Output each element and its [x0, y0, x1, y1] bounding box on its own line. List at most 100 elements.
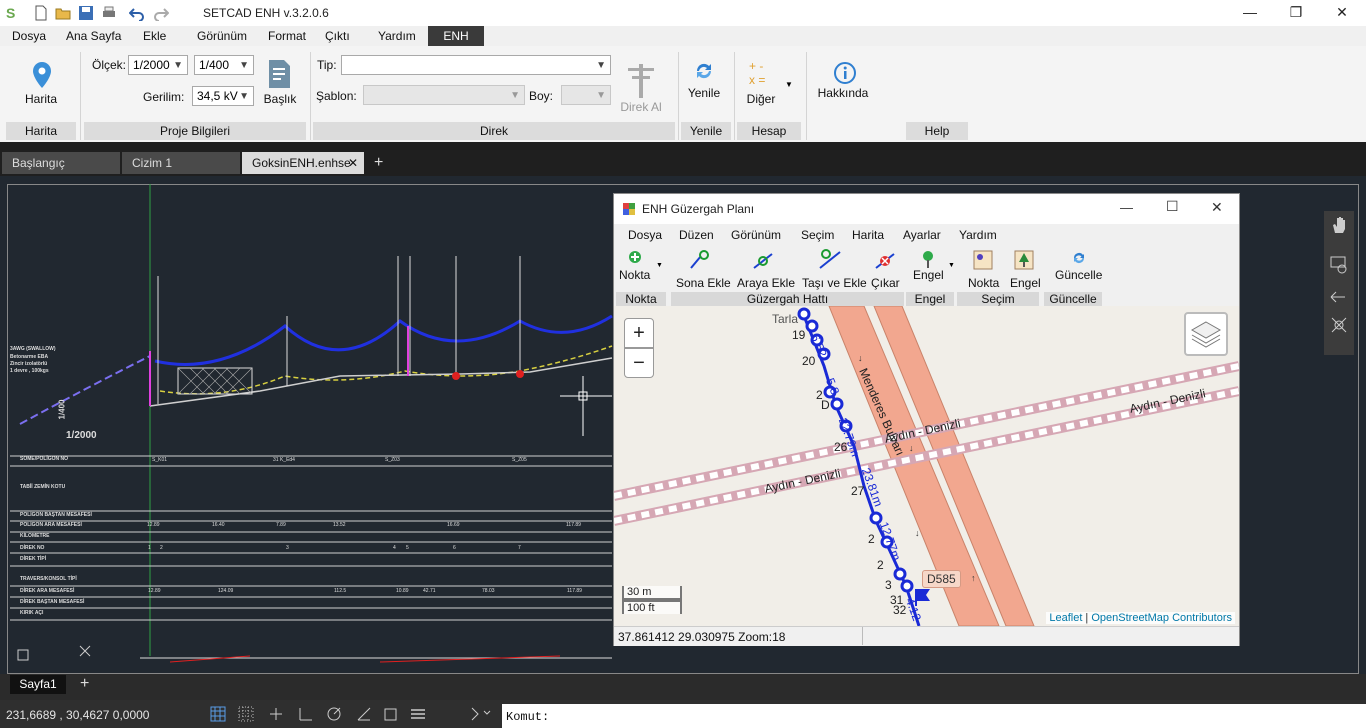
close-tab-icon[interactable]: ✕: [348, 152, 358, 174]
dlg-menu-yardim[interactable]: Yardım: [959, 228, 997, 242]
tool-cikar[interactable]: Çıkar: [871, 276, 900, 290]
cad-ara-0: 12.89: [147, 522, 160, 528]
select-point-icon[interactable]: [973, 250, 993, 270]
boy-select[interactable]: ▼: [561, 85, 611, 105]
sheet-tab-sayfa1[interactable]: Sayfa1: [10, 675, 66, 694]
diger-button[interactable]: Diğer: [741, 92, 781, 106]
insert-line-icon[interactable]: [752, 250, 774, 270]
cad-direk-no-4: 5: [406, 545, 409, 551]
olcek2-select[interactable]: 1/400 ▼: [194, 55, 254, 75]
tool-engel[interactable]: Engel: [913, 268, 944, 282]
update-icon[interactable]: [1071, 250, 1087, 266]
add-tab-icon[interactable]: +: [374, 154, 383, 172]
open-folder-icon[interactable]: [55, 5, 71, 21]
layers-button[interactable]: [1184, 312, 1228, 356]
engel-dropdown-icon[interactable]: ▼: [948, 262, 955, 269]
menu-format[interactable]: Format: [268, 29, 306, 43]
tool-guncelle[interactable]: Güncelle: [1055, 268, 1102, 282]
append-line-icon[interactable]: [689, 250, 711, 270]
hakkinda-button[interactable]: Hakkında: [815, 86, 871, 100]
command-line[interactable]: Komut:: [502, 704, 1366, 728]
new-file-icon[interactable]: [33, 5, 49, 21]
info-icon[interactable]: [834, 62, 856, 84]
tab-baslangic[interactable]: Başlangıç: [2, 152, 120, 174]
refresh-icon[interactable]: [693, 60, 715, 82]
direk-al-button[interactable]: Direk Al: [616, 100, 666, 114]
zoom-extents-icon[interactable]: [1329, 315, 1349, 335]
menu-cikti[interactable]: Çıktı: [325, 29, 350, 43]
tool-secim-nokta[interactable]: Nokta: [968, 276, 999, 290]
dialog-minimize-button[interactable]: —: [1120, 200, 1133, 215]
minimize-button[interactable]: —: [1227, 0, 1273, 26]
osnap-icon[interactable]: [326, 706, 342, 722]
tip-select[interactable]: ▼: [341, 55, 611, 75]
grid-icon[interactable]: [210, 706, 226, 722]
gerilim-select[interactable]: 34,5 kV ▼: [192, 86, 254, 106]
pole-icon[interactable]: [624, 60, 658, 100]
cad-row-5: DİREK NO: [20, 545, 45, 551]
zoom-out-button[interactable]: −: [624, 348, 654, 378]
select-obstacle-icon[interactable]: [1014, 250, 1034, 270]
menu-gorunum[interactable]: Görünüm: [197, 29, 247, 43]
map-pin-icon[interactable]: [30, 60, 54, 90]
tool-secim-engel[interactable]: Engel: [1010, 276, 1041, 290]
dialog-app-icon: [623, 203, 635, 215]
tool-sona-ekle[interactable]: Sona Ekle: [676, 276, 731, 290]
add-point-icon[interactable]: [628, 250, 642, 264]
restore-button[interactable]: ❐: [1273, 0, 1319, 26]
dlg-menu-gorunum[interactable]: Görünüm: [731, 228, 781, 242]
selection-cycling-icon[interactable]: [470, 706, 496, 722]
pan-hand-icon[interactable]: [1329, 215, 1349, 235]
polar-icon[interactable]: [298, 706, 314, 722]
zoom-in-button[interactable]: +: [624, 318, 654, 348]
dynamic-input-icon[interactable]: [382, 706, 398, 722]
nokta-dropdown-icon[interactable]: ▼: [656, 262, 663, 269]
menu-enh[interactable]: ENH: [428, 26, 484, 46]
dlg-menu-secim[interactable]: Seçim: [801, 228, 834, 242]
otrack-icon[interactable]: [356, 706, 372, 722]
tool-araya-ekle[interactable]: Araya Ekle: [737, 276, 795, 290]
move-insert-icon[interactable]: [818, 248, 842, 270]
zoom-previous-icon[interactable]: [1329, 287, 1349, 307]
close-button[interactable]: ✕: [1319, 0, 1365, 26]
yenile-button[interactable]: Yenile: [682, 86, 726, 100]
undo-icon[interactable]: [129, 5, 145, 21]
tool-tasi-ve-ekle[interactable]: Taşı ve Ekle: [802, 276, 867, 290]
menu-yardim[interactable]: Yardım: [378, 29, 416, 43]
print-icon[interactable]: [101, 5, 117, 21]
obstacle-icon[interactable]: [920, 250, 936, 268]
dialog-close-button[interactable]: ✕: [1211, 199, 1223, 216]
dialog-maximize-button[interactable]: ☐: [1166, 198, 1179, 215]
diger-dropdown-icon[interactable]: ▼: [785, 80, 793, 89]
redo-icon[interactable]: [153, 5, 169, 21]
tool-nokta[interactable]: Nokta: [619, 268, 650, 282]
tab-cizim-1[interactable]: Cizim 1: [122, 152, 240, 174]
olcek-select[interactable]: 1/2000 ▼: [128, 55, 188, 75]
document-title-icon[interactable]: [266, 58, 294, 90]
tab-goksin-enh[interactable]: GoksinENH.enhse ✕: [242, 152, 364, 174]
ortho-icon[interactable]: [268, 706, 284, 722]
snap-icon[interactable]: [238, 706, 254, 722]
calculator-icon[interactable]: + -x =: [749, 58, 777, 86]
menu-ekle[interactable]: Ekle: [143, 29, 166, 43]
dlg-group-guzergah: Güzergah Hattı: [671, 292, 904, 306]
add-sheet-icon[interactable]: +: [80, 675, 89, 693]
dlg-menu-harita[interactable]: Harita: [852, 228, 884, 242]
lineweight-icon[interactable]: [410, 706, 426, 722]
menu-dosya[interactable]: Dosya: [12, 29, 46, 43]
baslik-button[interactable]: Başlık: [260, 92, 300, 106]
menu-ana-sayfa[interactable]: Ana Sayfa: [66, 29, 121, 43]
dlg-menu-duzen[interactable]: Düzen: [679, 228, 714, 242]
osm-link[interactable]: OpenStreetMap Contributors: [1091, 612, 1232, 624]
group-direk: Direk: [313, 122, 675, 140]
zoom-window-icon[interactable]: [1329, 255, 1349, 275]
cad-poly-2: S_Z03: [385, 457, 400, 463]
dlg-menu-ayarlar[interactable]: Ayarlar: [903, 228, 941, 242]
remove-point-icon[interactable]: [874, 250, 896, 270]
leaflet-link[interactable]: Leaflet: [1049, 612, 1082, 624]
save-icon[interactable]: [78, 5, 94, 21]
route-map[interactable]: ↓ ↓ ↓ ↑ Menderes Bulvarı Aydın - Denizli…: [614, 306, 1239, 626]
sablon-select[interactable]: ▼: [363, 85, 525, 105]
harita-button[interactable]: Harita: [20, 92, 62, 106]
dlg-menu-dosya[interactable]: Dosya: [628, 228, 662, 242]
